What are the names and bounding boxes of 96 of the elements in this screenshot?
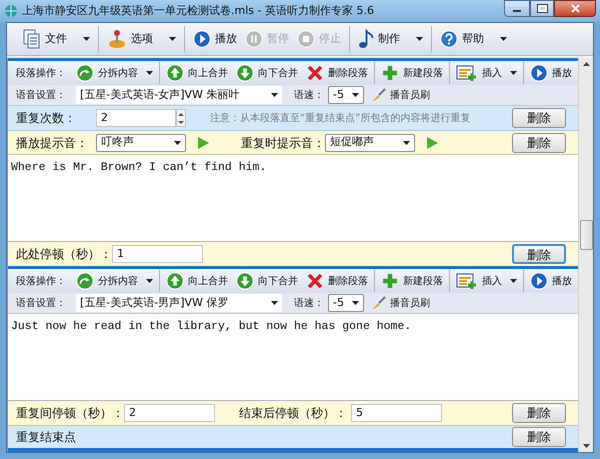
document-icon bbox=[23, 29, 41, 49]
delete-button[interactable]: 删除 bbox=[512, 132, 566, 152]
end-pause-field[interactable]: 5 bbox=[351, 404, 442, 422]
toolbar-button[interactable]: 向下合并 bbox=[234, 270, 300, 292]
caret-icon bbox=[146, 71, 153, 75]
repeat-note: 注意：从本段落直至“重复结束点”所包含的内容将进行重复 bbox=[210, 112, 470, 126]
caret-icon bbox=[510, 279, 517, 283]
caret-icon bbox=[146, 279, 153, 283]
speed-select[interactable]: -5 bbox=[328, 86, 364, 104]
pause-label: 此处停顿（秒）： bbox=[16, 246, 112, 263]
caret-icon bbox=[403, 140, 410, 144]
voice-select[interactable]: [五星-美式英语-女声]VW 朱丽叶 bbox=[76, 86, 282, 104]
paragraph-text: Where is Mr. Brown? I can’t find him. bbox=[11, 161, 266, 174]
delete-icon bbox=[306, 64, 324, 82]
toolbar-button[interactable]: 分拆内容 bbox=[74, 62, 155, 84]
brush-icon bbox=[372, 296, 386, 310]
toolbar-button[interactable]: 帮助 bbox=[440, 30, 507, 48]
stop-icon bbox=[297, 30, 315, 48]
play-icon bbox=[193, 30, 211, 48]
brush-icon bbox=[372, 88, 386, 102]
toolbar-button[interactable]: 删除段落 bbox=[304, 62, 370, 84]
window-title: 上海市静安区九年级英语第一单元检测试卷.mls - 英语听力制作专家 5.6 bbox=[22, 2, 374, 19]
toolbar-button[interactable]: 删除段落 bbox=[304, 270, 370, 292]
pause-field[interactable]: 1 bbox=[112, 245, 203, 263]
scrollbar-thumb[interactable] bbox=[580, 220, 592, 250]
voice-settings-label: 语音设置： bbox=[16, 296, 67, 310]
delete-icon bbox=[306, 272, 324, 290]
help-icon bbox=[440, 30, 458, 48]
play-icon bbox=[530, 64, 548, 82]
toolbar-button[interactable]: 播放 bbox=[528, 270, 574, 292]
play-tone-label: 播放提示音： bbox=[16, 134, 89, 152]
play-tone-select[interactable]: 叮咚声 bbox=[96, 134, 186, 152]
toolbar-button[interactable]: 插入 bbox=[454, 270, 519, 292]
play-icon[interactable] bbox=[198, 136, 209, 148]
toolbar-button[interactable]: 播放 bbox=[528, 62, 574, 84]
toolbar-button[interactable]: 向下合并 bbox=[234, 62, 300, 84]
globe-icon bbox=[4, 4, 18, 18]
toolbar-button[interactable]: 播放 bbox=[193, 30, 237, 48]
repeat-pause-field[interactable]: 2 bbox=[124, 404, 215, 422]
caret-icon bbox=[169, 37, 176, 41]
speed-label: 语速： bbox=[294, 88, 324, 102]
scrollbar[interactable] bbox=[578, 58, 593, 452]
pause-icon bbox=[245, 30, 263, 48]
plus-icon bbox=[381, 272, 399, 290]
music-note-icon bbox=[358, 29, 374, 49]
toolbar-button[interactable]: 插入 bbox=[454, 62, 519, 84]
speed-label: 语速： bbox=[294, 296, 324, 310]
list-add-icon bbox=[456, 64, 478, 82]
repeat-count-label: 重复次数： bbox=[16, 110, 77, 127]
announcer-brush-button[interactable]: 播音员刷 bbox=[372, 296, 430, 310]
plus-icon bbox=[381, 64, 399, 82]
paragraph-text-area[interactable]: Where is Mr. Brown? I can’t find him. bbox=[8, 155, 578, 242]
announcer-brush-button[interactable]: 播音员刷 bbox=[372, 88, 430, 102]
repeat-tone-select[interactable]: 短促嘟声 bbox=[325, 134, 415, 152]
toolbar-button[interactable]: 制作 bbox=[358, 29, 423, 49]
caret-icon bbox=[352, 301, 359, 305]
speed-select[interactable]: -5 bbox=[328, 294, 364, 312]
caret-icon bbox=[271, 301, 278, 305]
voice-select[interactable]: [五星-美式英语-男声]VW 保罗 bbox=[76, 294, 282, 312]
joystick-icon bbox=[107, 29, 127, 49]
list-add-icon bbox=[456, 272, 478, 290]
toolbar-button[interactable]: 分拆内容 bbox=[74, 270, 155, 292]
paragraph-ops-label: 段落操作： bbox=[16, 66, 66, 80]
scroll-down-icon[interactable] bbox=[582, 444, 590, 448]
caret-icon bbox=[352, 93, 359, 97]
caret-icon bbox=[174, 140, 181, 144]
maximize-button[interactable] bbox=[530, 0, 554, 17]
toolbar-button[interactable]: 新建段落 bbox=[379, 270, 445, 292]
play-icon[interactable] bbox=[427, 136, 438, 148]
paragraph-text: Just now he read in the library, but now he has gone home. bbox=[11, 320, 412, 333]
voice-settings-label: 语音设置： bbox=[16, 88, 67, 102]
play-icon bbox=[530, 272, 548, 290]
repeat-pause-label: 重复间停顿（秒）： bbox=[16, 405, 124, 422]
toolbar-button[interactable]: 选项 bbox=[107, 29, 176, 49]
close-icon bbox=[570, 4, 580, 13]
end-pause-label: 结束后停顿（秒）： bbox=[239, 405, 347, 422]
caret-icon bbox=[416, 37, 423, 41]
delete-button[interactable]: 删除 bbox=[512, 403, 566, 423]
toolbar-button[interactable]: 文件 bbox=[23, 29, 90, 49]
repeat-end-label: 重复结束点 bbox=[16, 429, 76, 446]
toolbar-button[interactable]: 向上合并 bbox=[164, 270, 230, 292]
caret-icon bbox=[500, 37, 507, 41]
minimize-button[interactable] bbox=[504, 0, 530, 17]
delete-button[interactable]: 删除 bbox=[512, 244, 566, 264]
caret-icon bbox=[510, 71, 517, 75]
caret-icon bbox=[271, 93, 278, 97]
repeat-tone-label: 重复时提示音： bbox=[241, 134, 325, 152]
delete-button[interactable]: 删除 bbox=[512, 108, 566, 128]
caret-icon bbox=[83, 37, 90, 41]
close-button[interactable] bbox=[554, 0, 596, 17]
delete-button[interactable]: 删除 bbox=[512, 427, 566, 447]
toolbar-button[interactable]: 新建段落 bbox=[379, 62, 445, 84]
scroll-up-icon[interactable] bbox=[582, 62, 590, 66]
paragraph-ops-label: 段落操作： bbox=[16, 274, 66, 288]
toolbar-button[interactable]: 向上合并 bbox=[164, 62, 230, 84]
paragraph-text-area[interactable]: Just now he read in the library, but now he has gone home. bbox=[8, 314, 578, 401]
